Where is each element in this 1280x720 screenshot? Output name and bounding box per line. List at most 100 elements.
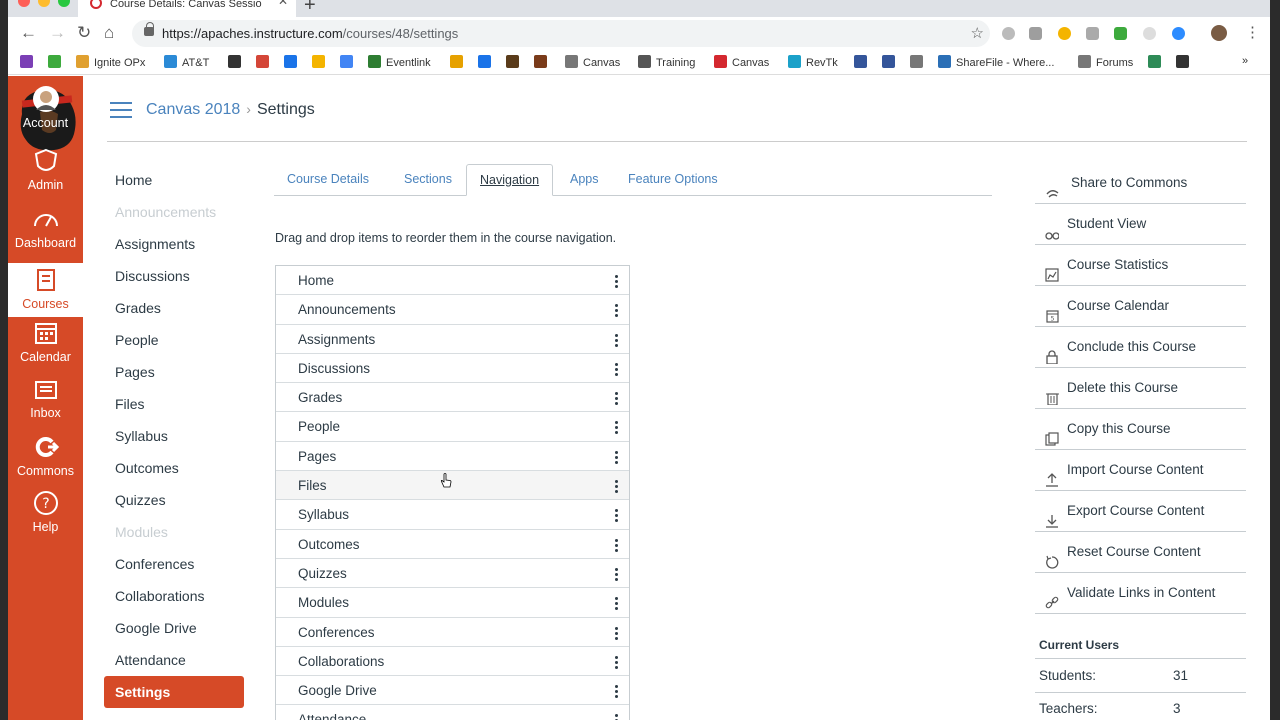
kebab-menu-icon[interactable] bbox=[615, 685, 618, 700]
global-nav-inbox[interactable]: Inbox bbox=[8, 376, 83, 420]
browser-tab[interactable]: Course Details: Canvas Sessio ✕ bbox=[78, 0, 296, 17]
sidebar-action-student-view[interactable]: Student View bbox=[1035, 204, 1246, 245]
evernote-icon[interactable] bbox=[1114, 27, 1127, 40]
bookmark-star-icon[interactable]: ☆ bbox=[971, 24, 984, 42]
bookmark-item[interactable] bbox=[478, 55, 496, 69]
global-nav-dashboard[interactable]: Dashboard bbox=[8, 206, 83, 250]
nav-list-item-collaborations[interactable]: Collaborations bbox=[276, 646, 629, 677]
bookmark-item[interactable] bbox=[312, 55, 330, 69]
kebab-menu-icon[interactable] bbox=[615, 275, 618, 290]
forward-icon[interactable]: → bbox=[49, 23, 66, 43]
address-bar[interactable]: https://apaches.instructure.com/courses/… bbox=[132, 20, 990, 47]
course-nav-outcomes[interactable]: Outcomes bbox=[104, 454, 244, 486]
bookmark-item[interactable]: RevTk bbox=[788, 55, 838, 69]
minimize-window-icon[interactable] bbox=[38, 0, 50, 7]
zoom-window-icon[interactable] bbox=[58, 0, 70, 7]
sidebar-action-reset-course-content[interactable]: Reset Course Content bbox=[1035, 532, 1246, 573]
kebab-menu-icon[interactable] bbox=[615, 714, 618, 720]
kebab-menu-icon[interactable] bbox=[615, 362, 618, 378]
global-nav-calendar[interactable]: Calendar bbox=[8, 320, 83, 364]
nav-list-item-files[interactable]: Files bbox=[276, 471, 629, 501]
bookmark-item[interactable]: Canvas bbox=[565, 55, 620, 69]
course-nav-attendance[interactable]: Attendance bbox=[104, 646, 244, 678]
kebab-menu-icon[interactable] bbox=[615, 626, 618, 642]
back-icon[interactable]: ← bbox=[20, 23, 37, 43]
bookmarks-overflow-icon[interactable]: » bbox=[1242, 55, 1248, 67]
kebab-menu-icon[interactable] bbox=[615, 421, 618, 436]
bookmark-item[interactable] bbox=[340, 55, 358, 69]
bookmark-item[interactable]: ShareFile - Where... bbox=[938, 55, 1054, 69]
bookmark-item[interactable] bbox=[506, 55, 524, 69]
breadcrumb-course-link[interactable]: Canvas 2018 bbox=[146, 101, 240, 118]
home-icon[interactable]: ⌂ bbox=[104, 23, 114, 43]
new-tab-icon[interactable]: + bbox=[304, 0, 316, 17]
course-nav-grades[interactable]: Grades bbox=[104, 294, 244, 326]
profile-avatar[interactable] bbox=[1211, 25, 1227, 41]
nav-list-item-quizzes[interactable]: Quizzes bbox=[276, 558, 629, 589]
tab-navigation[interactable]: Navigation bbox=[466, 164, 554, 196]
bookmark-item[interactable] bbox=[534, 55, 552, 69]
course-nav-assignments[interactable]: Assignments bbox=[104, 230, 244, 262]
kebab-menu-icon[interactable] bbox=[615, 567, 618, 583]
extension-icon[interactable] bbox=[1029, 27, 1042, 40]
nav-list-item-discussions[interactable]: Discussions bbox=[276, 353, 629, 384]
kebab-menu-icon[interactable] bbox=[615, 509, 618, 524]
bookmark-item[interactable] bbox=[284, 55, 302, 69]
kebab-menu-icon[interactable] bbox=[615, 333, 618, 349]
bookmark-item[interactable]: AT&T bbox=[164, 55, 209, 69]
bookmark-item[interactable] bbox=[1148, 55, 1166, 69]
sidebar-action-course-statistics[interactable]: Course Statistics bbox=[1035, 245, 1246, 286]
menu-kebab-icon[interactable]: ⋮ bbox=[1245, 23, 1260, 41]
extension-icon[interactable] bbox=[1058, 27, 1071, 40]
bookmark-item[interactable] bbox=[256, 55, 274, 69]
nav-list-item-assignments[interactable]: Assignments bbox=[276, 324, 629, 354]
nav-list-item-attendance[interactable]: Attendance bbox=[276, 705, 629, 720]
kebab-menu-icon[interactable] bbox=[615, 480, 618, 495]
bookmark-item[interactable]: Ignite OPx bbox=[76, 55, 145, 69]
bookmark-item[interactable]: Eventlink bbox=[368, 55, 431, 69]
bookmark-item[interactable] bbox=[882, 55, 900, 69]
extension-icon[interactable] bbox=[1172, 27, 1185, 40]
kebab-menu-icon[interactable] bbox=[615, 304, 618, 319]
global-nav-help[interactable]: ? Help bbox=[8, 490, 83, 534]
bookmark-item[interactable]: Forums bbox=[1078, 55, 1133, 69]
bookmark-item[interactable]: Canvas bbox=[714, 55, 769, 69]
tab-sections[interactable]: Sections bbox=[391, 164, 465, 196]
extension-icon[interactable] bbox=[1143, 27, 1156, 40]
global-nav-courses[interactable]: Courses bbox=[8, 263, 83, 317]
global-nav-commons[interactable]: Commons bbox=[8, 434, 83, 478]
bookmark-item[interactable] bbox=[1176, 55, 1194, 69]
sidebar-action-export-course-content[interactable]: Export Course Content bbox=[1035, 491, 1246, 532]
course-nav-people[interactable]: People bbox=[104, 326, 244, 358]
bookmark-item[interactable] bbox=[228, 55, 246, 69]
extension-icon[interactable] bbox=[1086, 27, 1099, 40]
sidebar-action-conclude-this-course[interactable]: Conclude this Course bbox=[1035, 327, 1246, 368]
course-nav-modules[interactable]: Modules bbox=[104, 518, 244, 550]
course-nav-quizzes[interactable]: Quizzes bbox=[104, 486, 244, 518]
kebab-menu-icon[interactable] bbox=[615, 538, 618, 554]
sidebar-action-course-calendar[interactable]: 5 Course Calendar bbox=[1035, 286, 1246, 327]
nav-list-item-people[interactable]: People bbox=[276, 412, 629, 442]
nav-list-item-modules[interactable]: Modules bbox=[276, 588, 629, 618]
global-nav-account[interactable]: Account bbox=[8, 86, 83, 130]
sidebar-action-delete-this-course[interactable]: Delete this Course bbox=[1035, 368, 1246, 409]
sidebar-action-copy-this-course[interactable]: Copy this Course bbox=[1035, 409, 1246, 450]
course-nav-conferences[interactable]: Conferences bbox=[104, 550, 244, 582]
course-nav-google-drive[interactable]: Google Drive bbox=[104, 614, 244, 646]
bookmark-item[interactable] bbox=[20, 55, 38, 69]
sidebar-action-validate-links-in-content[interactable]: Validate Links in Content bbox=[1035, 573, 1246, 614]
course-nav-pages[interactable]: Pages bbox=[104, 358, 244, 390]
bookmark-item[interactable] bbox=[450, 55, 468, 69]
course-nav-syllabus[interactable]: Syllabus bbox=[104, 422, 244, 454]
nav-list-item-pages[interactable]: Pages bbox=[276, 441, 629, 472]
nav-list-item-conferences[interactable]: Conferences bbox=[276, 617, 629, 647]
kebab-menu-icon[interactable] bbox=[615, 450, 618, 466]
nav-list-item-announcements[interactable]: Announcements bbox=[276, 295, 629, 325]
reload-icon[interactable]: ↻ bbox=[77, 23, 91, 43]
kebab-menu-icon[interactable] bbox=[615, 597, 618, 612]
nav-list-item-google-drive[interactable]: Google Drive bbox=[276, 676, 629, 706]
extension-icon[interactable] bbox=[1002, 27, 1015, 40]
course-nav-settings[interactable]: Settings bbox=[104, 676, 244, 708]
hamburger-menu-icon[interactable] bbox=[110, 102, 132, 123]
global-nav-admin[interactable]: Admin bbox=[8, 148, 83, 192]
